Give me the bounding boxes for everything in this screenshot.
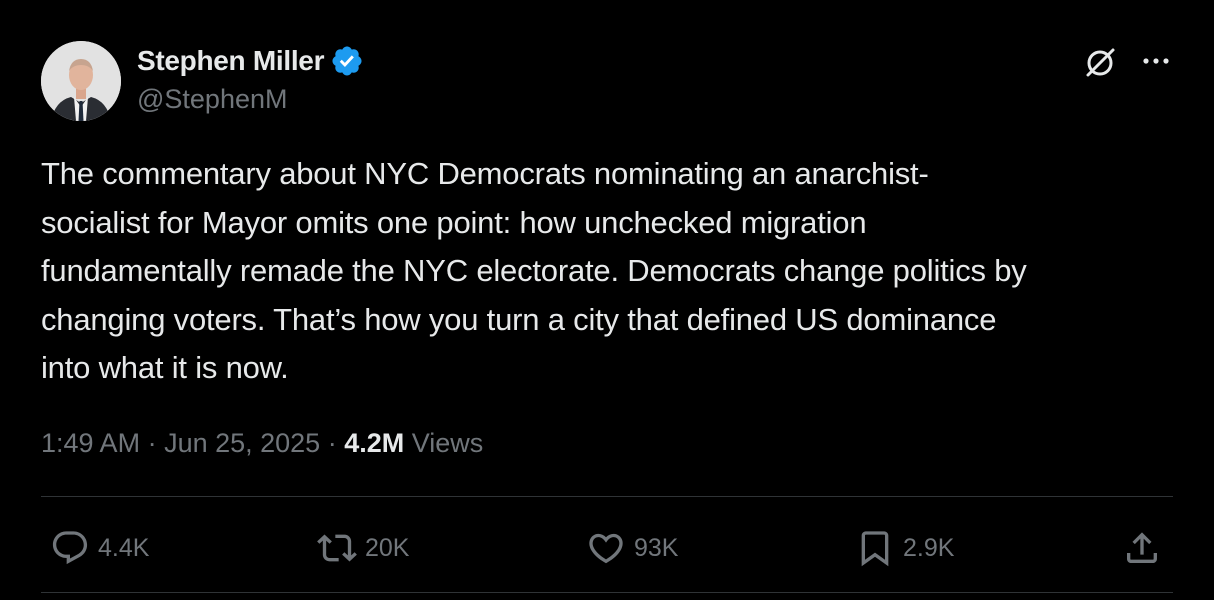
share-icon xyxy=(1127,532,1157,563)
reply-icon xyxy=(52,531,88,565)
action-bar: 4.4K 20K 93K 2.9K xyxy=(0,520,1214,576)
divider xyxy=(41,496,1173,497)
tweet-date[interactable]: Jun 25, 2025 xyxy=(164,428,320,459)
author-name-row: Stephen Miller xyxy=(137,44,364,78)
bookmark-count: 2.9K xyxy=(903,533,955,562)
avatar[interactable] xyxy=(41,41,121,121)
views-label: Views xyxy=(404,427,484,458)
avatar-image xyxy=(41,41,121,121)
grok-icon[interactable] xyxy=(1082,44,1118,80)
divider xyxy=(41,592,1173,593)
repost-button[interactable]: 20K xyxy=(317,526,409,570)
author-handle[interactable]: @StephenM xyxy=(137,84,288,115)
more-options-icon[interactable] xyxy=(1138,44,1174,80)
views-count[interactable]: 4.2M xyxy=(344,428,404,459)
like-count: 93K xyxy=(634,533,679,562)
meta-separator: · xyxy=(320,427,345,458)
tweet-card: Stephen Miller @StephenM The commentary … xyxy=(0,0,1214,600)
tweet-meta: 1:49 AM · Jun 25, 2025 · 4.2M Views xyxy=(41,424,483,462)
heart-icon xyxy=(589,533,623,564)
author-display-name[interactable]: Stephen Miller xyxy=(137,45,324,77)
reply-count: 4.4K xyxy=(98,533,150,562)
repost-count: 20K xyxy=(365,533,410,562)
bookmark-icon xyxy=(861,531,889,567)
repost-icon xyxy=(317,534,357,562)
share-button[interactable] xyxy=(1122,526,1162,570)
meta-separator: · xyxy=(140,427,165,458)
like-button[interactable]: 93K xyxy=(586,526,678,570)
tweet-time[interactable]: 1:49 AM xyxy=(41,428,140,459)
tweet-text: The commentary about NYC Democrats nomin… xyxy=(41,156,1027,385)
reply-button[interactable]: 4.4K xyxy=(50,526,149,570)
bookmark-button[interactable]: 2.9K xyxy=(855,526,954,570)
verified-badge-icon[interactable] xyxy=(330,44,364,78)
